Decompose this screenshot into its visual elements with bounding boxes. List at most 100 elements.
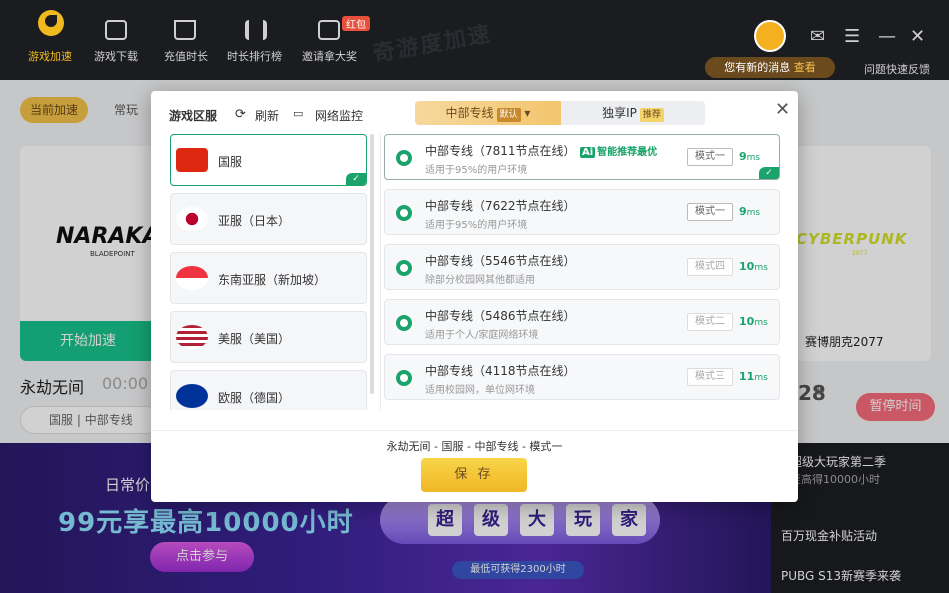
node-title: 中部专线（4118节点在线） [425, 364, 576, 378]
top-bar: 游戏加速 游戏下载 充值时长 时长排行榜 红包 邀请拿大奖 奇游度加速 ✉ ☰ … [0, 0, 949, 80]
refresh-button[interactable]: 刷新 [255, 107, 279, 124]
node-ping: 11ms [739, 370, 768, 383]
notification-bar[interactable]: 您有新的消息 查看 [705, 57, 835, 78]
watermark: 奇游度加速 [371, 21, 494, 68]
china-flag-icon [176, 148, 208, 172]
monitor-icon[interactable]: ▭ [293, 107, 303, 120]
node-item[interactable]: 中部专线（5546节点在线） 除部分校园网其他都适用 模式四 10ms [384, 244, 780, 290]
mail-icon[interactable]: ✉ [810, 26, 825, 47]
check-icon: ✓ [759, 167, 779, 179]
divider [380, 134, 381, 410]
ping-unit: ms [746, 208, 761, 218]
node-title: 中部专线（5486节点在线） [425, 309, 576, 323]
nav-game-boost[interactable]: 游戏加速 [28, 48, 72, 64]
redpacket-badge: 红包 [342, 16, 370, 31]
divider [151, 430, 798, 431]
refresh-icon[interactable]: ⟳ [235, 107, 246, 122]
region-item[interactable]: 东南亚服（新加坡） [170, 252, 367, 304]
node-ping: 9ms [739, 205, 760, 218]
avatar[interactable] [754, 20, 786, 52]
nav-recharge[interactable]: 充值时长 [164, 48, 208, 64]
node-title: 中部专线（5546节点在线） [425, 254, 576, 268]
japan-flag-icon [176, 207, 208, 231]
tab-central-line[interactable]: 中部专线 默认 ▾ [415, 101, 561, 125]
ping-unit: ms [746, 153, 761, 163]
default-tag: 默认 [496, 108, 521, 122]
ping-value: 11 [739, 370, 755, 383]
region-name: 欧服（德国） [218, 391, 291, 405]
minimize-icon[interactable]: — [878, 26, 896, 47]
node-ping: 10ms [739, 260, 768, 273]
notify-text: 您有新的消息 [724, 61, 791, 74]
nav-game-download[interactable]: 游戏下载 [94, 48, 138, 64]
app-logo [38, 10, 64, 36]
region-name: 东南亚服（新加坡） [218, 273, 327, 287]
mode-select[interactable]: 模式四 [687, 258, 733, 276]
region-name: 亚服（日本） [218, 214, 291, 228]
close-window-icon[interactable]: ✕ [910, 26, 925, 47]
mode-select[interactable]: 模式一 [687, 148, 733, 166]
nav-ranking[interactable]: 时长排行榜 [227, 48, 282, 64]
ping-unit: ms [754, 318, 768, 328]
node-item[interactable]: 中部专线（7811节点在线） Ai 智能推荐最优 适用于95%的用户环境 模式一 … [384, 134, 780, 180]
ping-value: 10 [739, 260, 755, 273]
bar-chart-icon [245, 20, 267, 40]
network-monitor-button[interactable]: 网络监控 [315, 107, 363, 124]
node-icon [396, 260, 412, 276]
feedback-link[interactable]: 问题快速反馈 [864, 61, 930, 77]
nav-invite[interactable]: 邀请拿大奖 [302, 48, 357, 64]
crown-icon [174, 20, 196, 40]
server-select-dialog: 游戏区服 ⟳ 刷新 ▭ 网络监控 中部专线 默认 ▾ 独享IP 推荐 ✕ 国服 ✓ … [151, 91, 798, 502]
ai-recommend-badge: Ai 智能推荐最优 [580, 143, 657, 158]
save-button[interactable]: 保 存 [421, 458, 527, 492]
close-icon[interactable]: ✕ [775, 99, 790, 120]
ai-icon: Ai [580, 147, 596, 158]
node-title: 中部专线（7622节点在线） [425, 199, 576, 213]
download-icon [105, 20, 127, 40]
recommend-tag: 推荐 [639, 108, 664, 122]
region-name: 美服（美国） [218, 332, 291, 346]
selection-summary: 永劫无间 - 国服 - 中部专线 - 模式一 [386, 440, 563, 453]
tab-exclusive-label: 独享IP [602, 106, 637, 120]
mode-select[interactable]: 模式二 [687, 313, 733, 331]
node-sub: 适用于个人/家庭网络环境 [425, 330, 539, 341]
eu-flag-icon [176, 384, 208, 408]
node-item[interactable]: 中部专线（7622节点在线） 适用于95%的用户环境 模式一 9ms [384, 189, 780, 235]
node-title: 中部专线（7811节点在线） [425, 144, 576, 158]
node-icon [396, 205, 412, 221]
node-icon [396, 150, 412, 166]
region-item[interactable]: 美服（美国） [170, 311, 367, 363]
mode-select[interactable]: 模式一 [687, 203, 733, 221]
node-ping: 9ms [739, 150, 760, 163]
ping-value: 9 [739, 205, 747, 218]
notify-link[interactable]: 查看 [794, 61, 816, 74]
ping-unit: ms [754, 263, 768, 273]
node-sub: 适用于95%的用户环境 [425, 165, 528, 176]
region-list: 国服 ✓ 亚服（日本） 东南亚服（新加坡） 美服（美国） 欧服（德国） [170, 134, 367, 410]
usa-flag-icon [176, 325, 208, 349]
ai-text: 智能推荐最优 [597, 147, 658, 158]
node-item[interactable]: 中部专线（5486节点在线） 适用于个人/家庭网络环境 模式二 10ms [384, 299, 780, 345]
singapore-flag-icon [176, 266, 208, 290]
node-ping: 10ms [739, 315, 768, 328]
menu-icon[interactable]: ☰ [844, 26, 860, 47]
node-sub: 适用于95%的用户环境 [425, 220, 528, 231]
region-item[interactable]: 国服 ✓ [170, 134, 367, 186]
tab-central-label: 中部专线 [445, 106, 494, 120]
node-sub: 适用校园网，单位网环境 [425, 385, 535, 396]
region-item[interactable]: 亚服（日本） [170, 193, 367, 245]
region-item[interactable]: 欧服（德国） [170, 370, 367, 410]
node-sub: 除部分校园网其他都适用 [425, 275, 535, 286]
gift-icon [318, 20, 340, 40]
node-list: 中部专线（7811节点在线） Ai 智能推荐最优 适用于95%的用户环境 模式一 … [384, 134, 780, 409]
chevron-down-icon[interactable]: ▾ [524, 106, 530, 120]
region-name: 国服 [218, 155, 243, 169]
line-type-tabs: 中部专线 默认 ▾ 独享IP 推荐 [415, 101, 705, 125]
ping-value: 9 [739, 150, 747, 163]
node-item[interactable]: 中部专线（4118节点在线） 适用校园网，单位网环境 模式三 11ms [384, 354, 780, 400]
tab-exclusive-ip[interactable]: 独享IP 推荐 [561, 101, 705, 125]
mode-select[interactable]: 模式三 [687, 368, 733, 386]
region-scrollbar[interactable] [370, 134, 374, 394]
check-icon: ✓ [346, 173, 366, 185]
node-icon [396, 370, 412, 386]
